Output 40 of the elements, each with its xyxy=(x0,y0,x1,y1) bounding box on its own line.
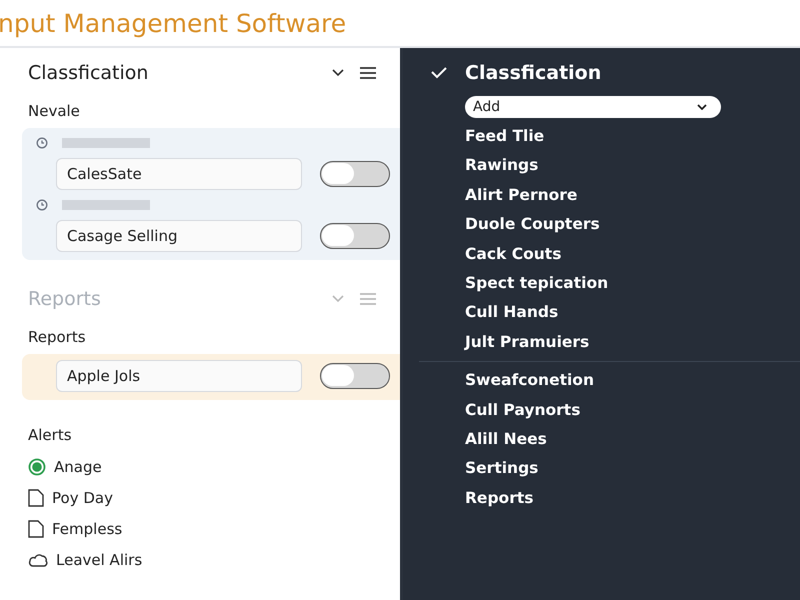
app-title: nput Management Software xyxy=(0,8,346,38)
sidebar-menu-item[interactable]: Feed Tlie xyxy=(465,122,800,152)
sidebar-menu-item[interactable]: Sertings xyxy=(465,454,800,484)
add-dropdown[interactable]: Add xyxy=(465,96,721,118)
text-field[interactable]: Apple Jols xyxy=(56,360,302,392)
cloud-icon xyxy=(28,551,48,569)
menu-icon[interactable] xyxy=(360,67,376,79)
section-title: Classfication xyxy=(28,62,150,84)
alerts-label: Alerts xyxy=(27,426,73,444)
field-group-label: Reports xyxy=(27,328,87,346)
section-title: Reports xyxy=(28,288,102,310)
radio-selected-icon xyxy=(28,458,46,476)
field-group-label: Nevale xyxy=(27,102,81,120)
sidebar-menu-item[interactable]: Sweafconetion xyxy=(465,366,800,396)
clock-icon xyxy=(36,137,48,149)
sidebar-menu-item[interactable]: Rawings xyxy=(465,151,800,181)
alert-item[interactable]: Leavel Alirs xyxy=(28,549,400,571)
document-icon xyxy=(28,520,44,538)
sidebar-menu-item[interactable]: Cull Paynorts xyxy=(465,396,800,425)
alert-item[interactable]: Fempless xyxy=(28,518,400,540)
alert-item[interactable]: Anage xyxy=(28,456,400,478)
sidebar-menu-item[interactable]: Spect tepication xyxy=(465,268,800,298)
sidebar-menu-item[interactable]: Duole Coupters xyxy=(465,210,800,240)
toggle-switch[interactable] xyxy=(320,363,390,389)
document-icon xyxy=(28,489,44,507)
text-field[interactable]: Casage Selling xyxy=(56,220,302,252)
sidebar-menu-item[interactable]: Alirt Pernore xyxy=(465,180,800,210)
sidebar-menu-item[interactable]: Reports xyxy=(465,484,800,514)
chevron-down-icon xyxy=(697,104,707,110)
toggle-switch[interactable] xyxy=(320,161,390,187)
sidebar-menu-item[interactable]: Jult Pramuiers xyxy=(465,328,800,358)
sidebar-heading: Classfication xyxy=(465,62,602,84)
clock-icon xyxy=(36,199,48,211)
sidebar-menu-item[interactable]: Cack Couts xyxy=(465,240,800,269)
alert-item[interactable]: Poy Day xyxy=(28,487,400,509)
chevron-down-icon[interactable] xyxy=(332,69,344,77)
toggle-switch[interactable] xyxy=(320,223,390,249)
sidebar-menu-item[interactable]: Cull Hands xyxy=(465,298,800,328)
sidebar-menu-item[interactable]: Alill Nees xyxy=(465,424,800,454)
text-field[interactable]: CalesSate xyxy=(56,158,302,190)
